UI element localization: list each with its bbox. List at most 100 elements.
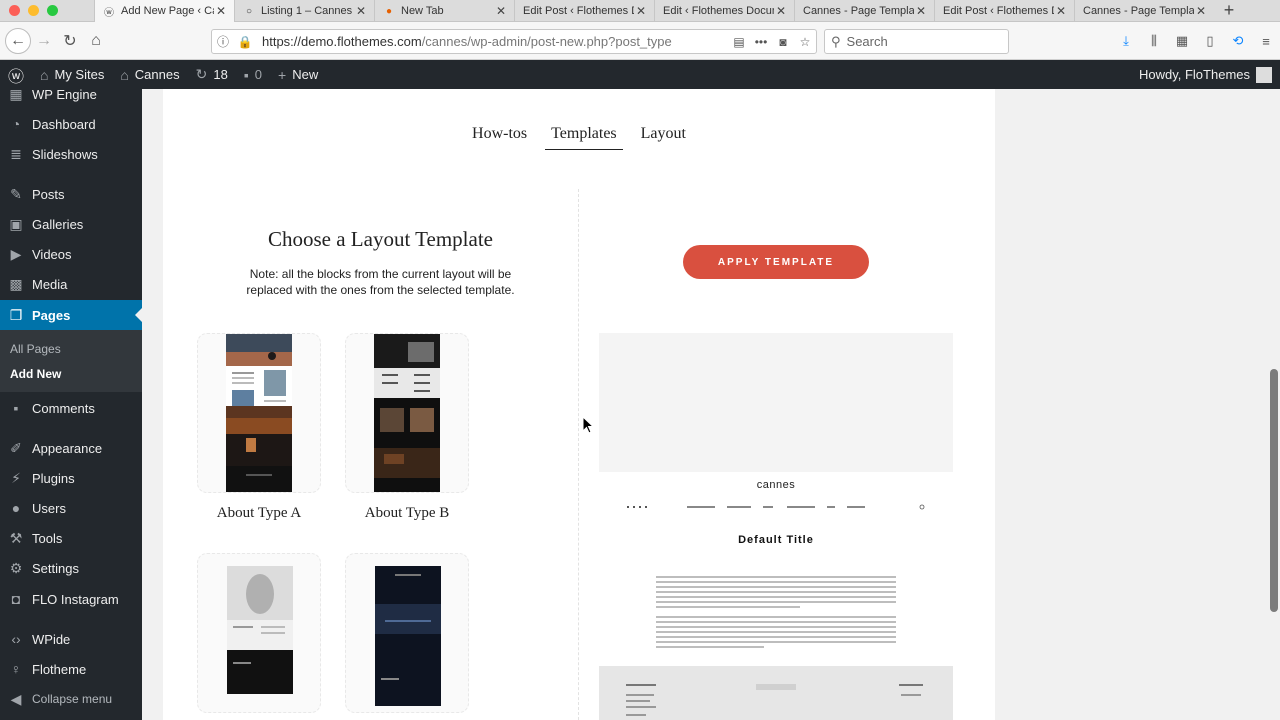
- browser-tab[interactable]: ○ Listing 1 – Cannes ✕: [234, 0, 374, 22]
- browser-tab[interactable]: Cannes - Page Templat ✕: [794, 0, 934, 22]
- close-tab-icon[interactable]: ✕: [774, 4, 788, 18]
- reload-icon[interactable]: ↻: [57, 28, 83, 54]
- template-card-about-b[interactable]: [345, 333, 469, 493]
- sidebar-item-comments[interactable]: ▪ Comments: [0, 393, 142, 423]
- column-divider: [578, 189, 579, 720]
- sidebar-item-posts[interactable]: ✎ Posts: [0, 179, 142, 209]
- slideshows-icon: ≣: [10, 145, 22, 162]
- news-icon[interactable]: ▦: [1168, 33, 1196, 49]
- maximize-window-button[interactable]: [47, 5, 58, 16]
- page-title: Choose a Layout Template: [267, 227, 493, 251]
- sidebar-item-galleries[interactable]: ▣ Galleries: [0, 209, 142, 239]
- sidebar-item-dashboard[interactable]: ◔ Dashboard: [0, 109, 142, 139]
- submenu-add-new[interactable]: Add New: [10, 367, 61, 381]
- close-tab-icon[interactable]: ✕: [1054, 4, 1068, 18]
- submenu-all-pages[interactable]: All Pages: [10, 342, 61, 356]
- sidebar-item-label: Dashboard: [32, 116, 96, 132]
- sidebar-item-videos[interactable]: ▶ Videos: [0, 239, 142, 269]
- tab-layout[interactable]: Layout: [635, 124, 692, 150]
- template-card[interactable]: [197, 553, 321, 713]
- address-bar[interactable]: ⓘ 🔒 https://demo.flothemes.com/cannes/wp…: [211, 29, 817, 54]
- posts-icon: ✎: [10, 185, 22, 202]
- library-icon[interactable]: ⫼: [1140, 33, 1168, 49]
- reader-view-icon[interactable]: ▤: [728, 35, 750, 49]
- close-tab-icon[interactable]: ✕: [214, 4, 228, 18]
- sidebar-item-label: Flotheme: [32, 661, 87, 677]
- close-tab-icon[interactable]: ✕: [354, 4, 368, 18]
- new-content-link[interactable]: + New: [270, 60, 326, 89]
- template-preview: cannes Default Title: [599, 333, 953, 720]
- sidebar-item-slideshows[interactable]: ≣ Slideshows: [0, 139, 142, 169]
- panel-tabs: How-tos Templates Layout: [163, 124, 995, 150]
- tab-how-tos[interactable]: How-tos: [466, 124, 533, 150]
- close-tab-icon[interactable]: ✕: [634, 4, 648, 18]
- apply-template-button[interactable]: APPLY TEMPLATE: [683, 245, 869, 279]
- sidebar-item-appearance[interactable]: ✐ Appearance: [0, 433, 142, 463]
- collapse-icon: ◀: [10, 690, 22, 707]
- browser-toolbar: ← → ↻ ⌂ ⓘ 🔒 https://demo.flothemes.com/c…: [0, 22, 1280, 60]
- tab-templates[interactable]: Templates: [545, 124, 623, 150]
- bookmark-star-icon[interactable]: ☆: [794, 35, 816, 49]
- comments-link[interactable]: ▪ 0: [236, 60, 270, 89]
- new-tab-icon[interactable]: +: [1214, 0, 1244, 21]
- sidebar-item-wp-engine[interactable]: ▦ WP Engine: [0, 79, 142, 109]
- template-card-about-a[interactable]: [197, 333, 321, 493]
- browser-tab-strip: ⓦ Add New Page ‹ Cannes ✕ ○ Listing 1 – …: [0, 0, 1280, 22]
- search-input[interactable]: ⚲ Search: [824, 29, 1009, 54]
- page-actions-icon[interactable]: •••: [750, 35, 772, 49]
- howdy-label: Howdy, FloThemes: [1138, 67, 1250, 82]
- close-window-button[interactable]: [9, 5, 20, 16]
- url-text[interactable]: https://demo.flothemes.com/cannes/wp-adm…: [256, 34, 728, 49]
- close-tab-icon[interactable]: ✕: [914, 4, 928, 18]
- forward-icon[interactable]: →: [31, 28, 57, 54]
- back-icon[interactable]: ←: [5, 27, 31, 54]
- sidebar-toggle-icon[interactable]: ▯: [1196, 33, 1224, 49]
- download-icon[interactable]: ⤓: [1112, 33, 1140, 49]
- browser-tab[interactable]: Cannes - Page Templat ✕: [1074, 0, 1214, 22]
- sidebar-item-label: Media: [32, 276, 68, 292]
- pages-submenu: All Pages Add New: [0, 330, 142, 392]
- window-controls: [0, 0, 94, 21]
- tab-title: Add New Page ‹ Cannes: [121, 5, 214, 17]
- browser-tab[interactable]: Edit Post ‹ Flothemes D ✕: [514, 0, 654, 22]
- avatar: [1256, 66, 1272, 83]
- minimize-window-button[interactable]: [28, 5, 39, 16]
- browser-tab[interactable]: Edit ‹ Flothemes Docum ✕: [654, 0, 794, 22]
- plus-icon: +: [278, 66, 287, 83]
- page-scrollbar[interactable]: [1270, 369, 1278, 612]
- dashboard-icon: ◔: [11, 116, 21, 132]
- tab-title: Cannes - Page Templat: [1083, 5, 1194, 17]
- close-tab-icon[interactable]: ✕: [1194, 4, 1208, 18]
- close-tab-icon[interactable]: ✕: [494, 4, 508, 18]
- sidebar-item-pages[interactable]: ❐ Pages: [0, 300, 142, 330]
- info-icon[interactable]: ⓘ: [212, 33, 234, 50]
- pocket-icon[interactable]: ◙: [772, 35, 794, 49]
- sync-icon[interactable]: ⟲: [1224, 33, 1252, 49]
- sidebar-item-tools[interactable]: ⚒ Tools: [0, 523, 142, 553]
- collapse-menu-button[interactable]: ◀ Collapse menu: [0, 684, 142, 714]
- sidebar-item-wpide[interactable]: ‹› WPide: [0, 624, 142, 654]
- sidebar-item-label: Posts: [32, 186, 65, 202]
- template-label[interactable]: About Type B: [345, 505, 469, 522]
- browser-tab[interactable]: ⓦ Add New Page ‹ Cannes ✕: [94, 0, 234, 22]
- instagram-icon: ◘: [11, 591, 21, 607]
- template-thumbnail: [374, 334, 440, 492]
- account-menu[interactable]: Howdy, FloThemes: [1139, 60, 1272, 89]
- settings-icon: ⚙: [9, 559, 23, 576]
- media-icon: ▩: [9, 275, 23, 292]
- sidebar-item-media[interactable]: ▩ Media: [0, 269, 142, 299]
- menu-icon[interactable]: ≡: [1252, 34, 1280, 49]
- sidebar-item-settings[interactable]: ⚙ Settings: [0, 553, 142, 583]
- admin-sidebar: ▦ WP Engine ◔ Dashboard ≣ Slideshows ✎ Posts…: [0, 86, 142, 720]
- sidebar-item-plugins[interactable]: ⚡ Plugins: [0, 463, 142, 493]
- template-card[interactable]: [345, 553, 469, 713]
- sidebar-item-users[interactable]: ● Users: [0, 493, 142, 523]
- template-label[interactable]: About Type A: [197, 505, 321, 522]
- browser-tab[interactable]: ● New Tab ✕: [374, 0, 514, 22]
- sidebar-item-flo-instagram[interactable]: ◘ FLO Instagram: [0, 584, 142, 614]
- template-thumbnail: [226, 334, 292, 492]
- browser-tab[interactable]: Edit Post ‹ Flothemes D ✕: [934, 0, 1074, 22]
- home-icon[interactable]: ⌂: [83, 28, 109, 54]
- updates-link[interactable]: ↻ 18: [188, 60, 236, 89]
- sidebar-item-flotheme[interactable]: ♀ Flotheme: [0, 654, 142, 684]
